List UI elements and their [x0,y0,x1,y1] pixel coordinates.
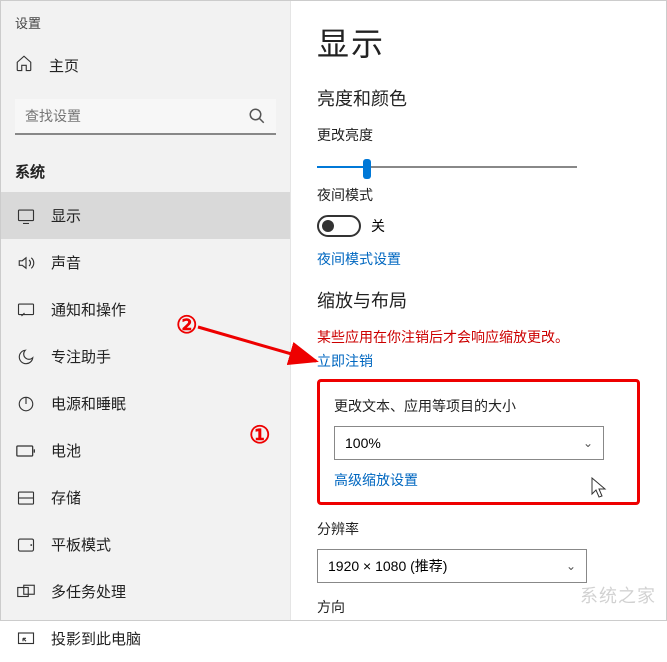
nav-label: 多任务处理 [51,581,126,602]
tablet-icon [15,537,37,553]
nav-project[interactable]: 投影到此电脑 [1,615,290,662]
battery-icon [15,444,37,458]
toggle-state: 关 [371,216,385,236]
resolution-value: 1920 × 1080 (推荐) [328,556,447,576]
multitask-icon [15,584,37,600]
signout-link[interactable]: 立即注销 [317,351,640,371]
project-icon [15,631,37,647]
home-label: 主页 [49,55,79,76]
nav-label: 显示 [51,205,81,226]
nav-label: 专注助手 [51,346,111,367]
scale-warning: 某些应用在你注销后才会响应缩放更改。 [317,327,640,347]
slider-fill [317,166,367,168]
scale-dropdown[interactable]: 100% ⌄ [334,426,604,460]
brightness-section-heading: 亮度和颜色 [317,85,640,111]
nav-storage[interactable]: 存储 [1,474,290,521]
section-label: 系统 [1,155,290,192]
scale-section-heading: 缩放与布局 [317,287,640,313]
content-pane: 显示 亮度和颜色 更改亮度 夜间模式 关 夜间模式设置 缩放与布局 某些应用在你… [291,1,666,620]
resolution-label: 分辨率 [317,519,640,539]
toggle-knob [322,220,334,232]
nightlight-toggle[interactable] [317,215,361,237]
nav-label: 平板模式 [51,534,111,555]
cursor-icon [591,477,609,499]
storage-icon [15,490,37,506]
brightness-slider[interactable] [317,155,577,179]
sidebar: 设置 主页 系统 显示 声音 通知和操作 专注助手 电源和睡眠 电池 存储 [1,1,291,620]
watermark: 系统之家 [580,582,656,608]
search-icon [248,107,266,130]
search-box [15,99,276,135]
chevron-down-icon: ⌄ [566,559,576,573]
scale-value: 100% [345,435,381,451]
power-icon [15,395,37,413]
nav-label: 声音 [51,252,81,273]
annotation-1: ① [249,421,271,450]
nav-label: 通知和操作 [51,299,126,320]
brightness-label: 更改亮度 [317,125,640,145]
nav-sound[interactable]: 声音 [1,239,290,286]
home-link[interactable]: 主页 [1,44,290,87]
nav-power[interactable]: 电源和睡眠 [1,380,290,427]
page-title: 显示 [317,19,640,65]
chevron-down-icon: ⌄ [583,436,593,450]
nightlight-label: 夜间模式 [317,185,640,205]
nav-label: 电池 [51,440,81,461]
sound-icon [15,255,37,271]
nav-focus[interactable]: 专注助手 [1,333,290,380]
nightlight-settings-link[interactable]: 夜间模式设置 [317,249,640,269]
app-title: 设置 [1,9,290,44]
resolution-dropdown[interactable]: 1920 × 1080 (推荐) ⌄ [317,549,587,583]
display-icon [15,208,37,224]
focus-icon [15,348,37,366]
advanced-scale-link[interactable]: 高级缩放设置 [334,470,623,490]
nav-label: 电源和睡眠 [51,393,126,414]
nav-tablet[interactable]: 平板模式 [1,521,290,568]
nav-label: 存储 [51,487,81,508]
search-input[interactable] [15,99,276,135]
slider-thumb[interactable] [363,159,371,179]
nav-display[interactable]: 显示 [1,192,290,239]
annotation-2: ② [176,311,198,340]
nav-battery[interactable]: 电池 [1,427,290,474]
nav-multitask[interactable]: 多任务处理 [1,568,290,615]
scale-label: 更改文本、应用等项目的大小 [334,396,623,416]
nav-label: 投影到此电脑 [51,628,141,649]
nav-notifications[interactable]: 通知和操作 [1,286,290,333]
home-icon [15,54,37,77]
notification-icon [15,302,37,318]
